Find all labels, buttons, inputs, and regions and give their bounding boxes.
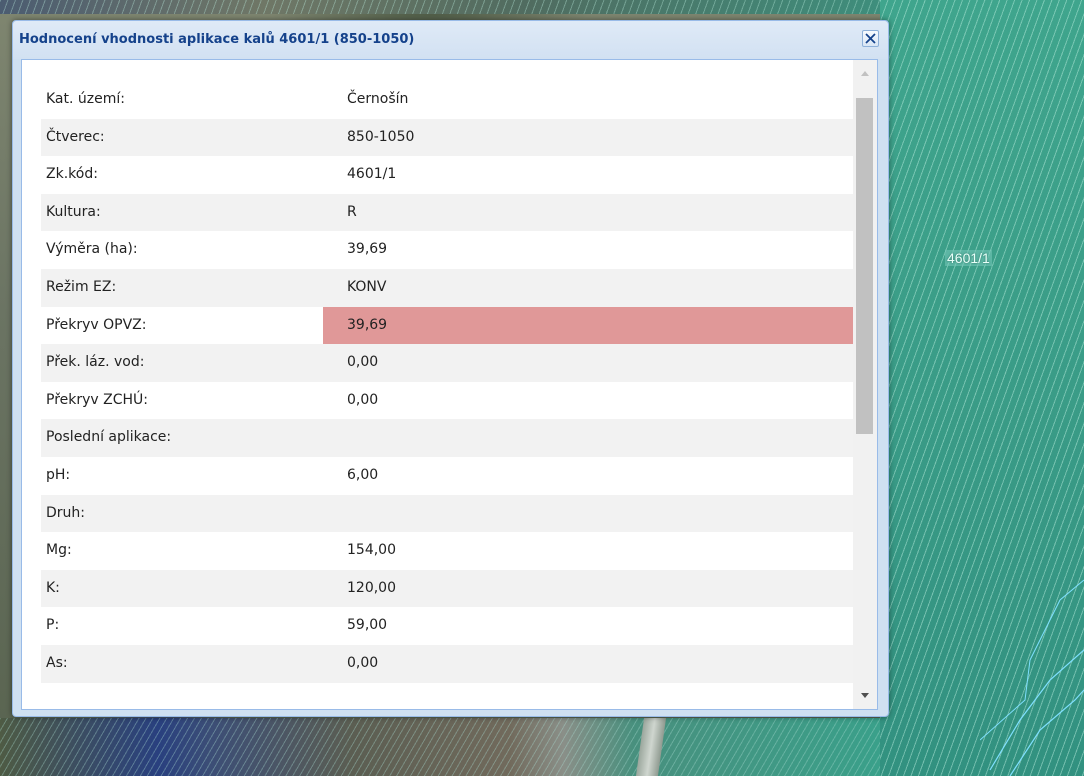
scroll-thumb[interactable]	[856, 98, 873, 434]
grid-row: Přek. láz. vod: 0,00	[41, 344, 853, 382]
grid-row: Poslední aplikace:	[41, 419, 853, 457]
grid-row-value: KONV	[347, 278, 387, 295]
grid-row-label: Režim EZ:	[46, 278, 117, 295]
triangle-down-icon	[861, 693, 869, 698]
vertical-scrollbar[interactable]	[853, 60, 877, 709]
grid-row-value-highlighted: 39,69	[323, 306, 853, 345]
grid-row: Překryv ZCHÚ: 0,00	[41, 381, 853, 420]
close-icon	[865, 33, 876, 44]
grid-row-label: P:	[46, 617, 60, 634]
grid-row: Čtverec: 850-1050	[41, 118, 853, 157]
grid-row-value	[323, 495, 853, 533]
grid-row-label: Poslední aplikace:	[46, 429, 172, 446]
grid-row-value: 39,69	[347, 241, 388, 258]
grid-row: K: 120,00	[41, 569, 853, 608]
dialog-title: Hodnocení vhodnosti aplikace kalů 4601/1…	[19, 32, 415, 47]
grid-row-label: Výměra (ha):	[46, 241, 138, 258]
grid-row-label: Druh:	[46, 504, 85, 521]
grid-row-value: 154,00	[347, 542, 396, 559]
map-field-strip-top	[0, 0, 880, 14]
parcel-label[interactable]: 4601/1	[945, 250, 992, 266]
grid-row-label: Překryv OPVZ:	[46, 316, 147, 333]
grid-row-value: R	[347, 203, 357, 220]
grid-row-label: Kultura:	[46, 203, 101, 220]
grid-row-label: As:	[46, 654, 68, 671]
grid-row: Kultura: R	[41, 193, 853, 232]
grid-row-label: pH:	[46, 466, 71, 483]
grid-row-value: 0,00	[347, 654, 379, 671]
grid-row: Druh:	[41, 494, 853, 533]
grid-row: Výměra (ha): 39,69	[41, 231, 853, 269]
parcel-evaluation-dialog: Hodnocení vhodnosti aplikace kalů 4601/1…	[12, 20, 889, 717]
grid-row-value: 4601/1	[347, 166, 397, 183]
scroll-up-button[interactable]	[857, 66, 873, 82]
dialog-body[interactable]: Kat. území: Černošín Čtverec: 850-1050 Zk.kó…	[21, 59, 878, 710]
grid-row: Mg: 154,00	[41, 532, 853, 570]
grid-row: As: 0,00	[41, 644, 853, 683]
grid-row-value: 120,00	[347, 579, 396, 596]
grid-row-value: 59,00	[347, 617, 388, 634]
dialog-header[interactable]: Hodnocení vhodnosti aplikace kalů 4601/1…	[13, 21, 888, 59]
grid-row-value: 0,00	[347, 354, 379, 371]
grid-row-value	[323, 419, 853, 457]
property-grid: Kat. území: Černošín Čtverec: 850-1050 Zk.kó…	[41, 81, 853, 683]
grid-row-label: Mg:	[46, 542, 72, 559]
grid-row: pH: 6,00	[41, 456, 853, 495]
grid-row-value: Černošín	[347, 91, 409, 107]
grid-row-label: Čtverec:	[46, 128, 105, 145]
grid-row: Zk.kód: 4601/1	[41, 156, 853, 194]
triangle-up-icon	[861, 71, 869, 76]
grid-row-value: 0,00	[347, 391, 379, 408]
grid-row: Překryv OPVZ: 39,69	[41, 306, 853, 345]
grid-row: Kat. území: Černošín	[41, 81, 853, 119]
map-field-strip-bottom	[0, 718, 880, 776]
grid-row-value: 850-1050	[347, 128, 415, 145]
grid-row-label: Zk.kód:	[46, 166, 98, 183]
grid-row-label: Přek. láz. vod:	[46, 354, 145, 371]
grid-row-label: Kat. území:	[46, 91, 125, 107]
grid-row-label: Překryv ZCHÚ:	[46, 391, 148, 408]
grid-row-label: K:	[46, 579, 60, 596]
grid-row: P: 59,00	[41, 607, 853, 645]
map-parcel-boundaries	[980, 579, 1084, 776]
grid-row-value: 6,00	[347, 466, 379, 483]
grid-row: Režim EZ: KONV	[41, 268, 853, 307]
scroll-down-button[interactable]	[857, 687, 873, 703]
close-button[interactable]	[862, 30, 879, 47]
